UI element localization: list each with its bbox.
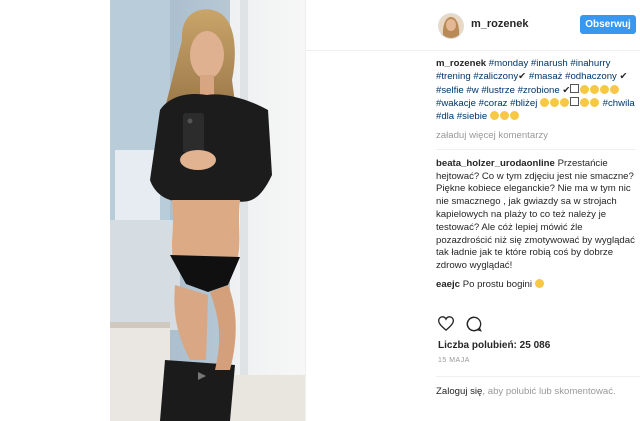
comment-username[interactable]: eaejc xyxy=(436,279,460,290)
instagram-post-page: m_rozenek Obserwuj m_rozenek #monday #in… xyxy=(0,0,640,421)
emoji-icon xyxy=(580,84,590,94)
likes-count[interactable]: Liczba polubień: 25 086 xyxy=(438,340,550,351)
load-more-comments-link[interactable]: załaduj więcej komentarzy xyxy=(436,130,636,143)
post-photo[interactable] xyxy=(110,0,305,421)
emoji-icon xyxy=(534,278,544,288)
check-mark-1: ✔ xyxy=(518,70,527,82)
caption: m_rozenek #monday #inarush #inahurry #tr… xyxy=(436,58,636,124)
caption-hashtags-3[interactable]: #selfie #w #lustrze #zrobione xyxy=(436,85,560,96)
caption-hashtags-4[interactable]: #wakacje #coraz #bliżej xyxy=(436,98,537,109)
caption-hashtags-2[interactable]: #masaż #odhaczony xyxy=(529,71,617,82)
comment-icon[interactable] xyxy=(466,316,482,337)
login-link[interactable]: Zaloguj się xyxy=(436,386,482,397)
comment-item: beata_holzer_urodaonline Przestańcie hej… xyxy=(436,158,636,273)
unknown-glyph-icon xyxy=(570,97,579,107)
mirror-selfie-image xyxy=(110,0,305,421)
unknown-glyph-icon xyxy=(570,83,580,93)
emoji-icon xyxy=(560,98,569,108)
login-prompt-text: , aby polubić lub skomentować. xyxy=(482,386,616,397)
check-mark-3: ✔ xyxy=(562,84,571,96)
post-side-panel: m_rozenek Obserwuj m_rozenek #monday #in… xyxy=(305,0,640,421)
comment-text: Po prostu bogini xyxy=(462,278,533,290)
login-prompt: Zaloguj się, aby polubić lub skomentować… xyxy=(436,376,640,398)
heart-icon[interactable] xyxy=(437,316,455,336)
emoji-icon xyxy=(600,84,610,94)
caption-username[interactable]: m_rozenek xyxy=(436,58,486,69)
divider xyxy=(436,148,636,150)
follow-button[interactable]: Obserwuj xyxy=(580,15,636,34)
comment-username[interactable]: beata_holzer_urodaonline xyxy=(436,158,555,169)
comment-item: eaejc Po prostu bogini xyxy=(436,278,636,292)
comment-text: Przestańcie hejtować? Co w tym zdjęciu j… xyxy=(436,157,635,272)
emoji-icon xyxy=(509,111,519,121)
check-mark-2: ✔ xyxy=(619,70,628,82)
left-margin xyxy=(0,0,110,421)
emoji-icon xyxy=(590,84,600,94)
emoji-icon xyxy=(499,111,509,121)
emoji-icon xyxy=(489,111,499,121)
avatar-image xyxy=(439,14,463,38)
emoji-icon xyxy=(590,98,599,108)
avatar[interactable] xyxy=(438,13,464,39)
header-username[interactable]: m_rozenek xyxy=(471,18,528,30)
comments-area: m_rozenek #monday #inarush #inahurry #tr… xyxy=(436,58,636,298)
post-date: 15 MAJA xyxy=(438,357,470,364)
emoji-icon xyxy=(540,98,549,108)
emoji-icon xyxy=(580,98,589,108)
emoji-icon xyxy=(610,84,620,94)
post-header: m_rozenek Obserwuj xyxy=(306,0,640,51)
emoji-icon xyxy=(550,98,559,108)
